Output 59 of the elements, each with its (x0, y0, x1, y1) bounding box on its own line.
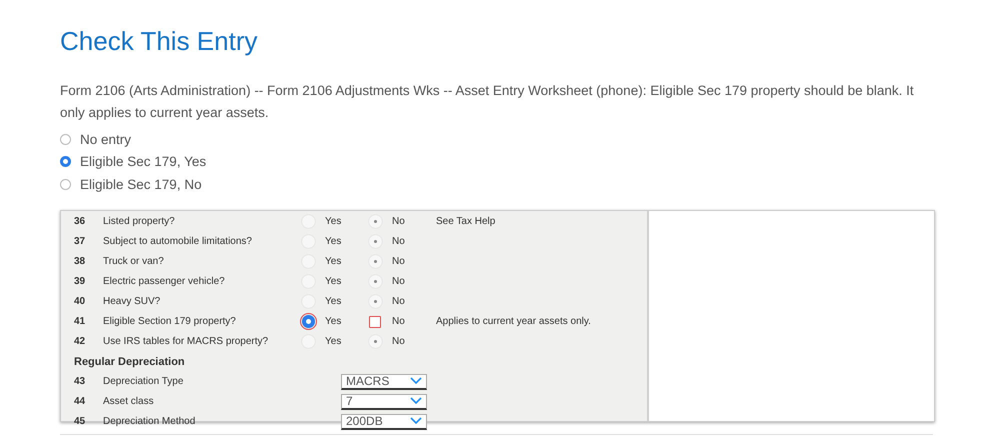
yes-label: Yes (325, 276, 342, 287)
yes-label: Yes (325, 236, 342, 247)
line-number: 43 (73, 376, 86, 387)
line-label: Asset class (103, 396, 155, 407)
no-label: No (392, 276, 406, 287)
note-text: See Tax Help (436, 216, 496, 227)
line-number: 42 (73, 336, 86, 347)
line-label: Heavy SUV? (103, 296, 162, 307)
line-label: Eligible Section 179 property? (103, 316, 237, 327)
yes-label: Yes (325, 216, 342, 227)
no-radio[interactable] (369, 335, 382, 348)
no-label: No (392, 296, 406, 307)
chevron-down-icon (410, 397, 422, 405)
line-number: 41 (73, 316, 86, 327)
radio-button[interactable] (60, 134, 71, 145)
line-label: Depreciation Method (103, 416, 196, 427)
no-label: No (392, 236, 406, 247)
line-label: Subject to automobile limitations? (103, 236, 253, 247)
no-radio[interactable] (369, 275, 382, 288)
yes-label: Yes (325, 296, 342, 307)
no-radio[interactable] (369, 295, 382, 308)
line-number: 45 (73, 416, 86, 427)
line-number: 40 (73, 296, 86, 307)
dropdown[interactable]: 200DB (341, 414, 427, 430)
line-label: Use IRS tables for MACRS property? (103, 336, 270, 347)
no-radio[interactable] (369, 235, 382, 248)
line-number: 37 (73, 236, 86, 247)
no-label: No (392, 216, 406, 227)
line-number: 39 (73, 276, 86, 287)
line-number: 36 (73, 216, 86, 227)
line-number: 38 (73, 256, 86, 267)
no-label: No (392, 316, 406, 327)
yes-label: Yes (325, 256, 342, 267)
yes-radio[interactable] (302, 315, 315, 328)
radio-button[interactable] (60, 178, 71, 190)
no-label: No (392, 256, 406, 267)
chevron-down-icon (410, 417, 422, 425)
line-number: 44 (73, 396, 86, 407)
no-radio[interactable] (369, 316, 381, 328)
note-text: Applies to current year assets only. (436, 316, 591, 327)
dialog-title: Check This Entry (60, 25, 258, 58)
no-label: No (392, 336, 406, 347)
line-label: Electric passenger vehicle? (103, 276, 226, 287)
no-radio[interactable] (369, 215, 382, 228)
message-text: Form 2106 (Arts Administration) -- Form 2106 Adjustments Wks -- Asset Entry Worksheet (phone): Eligible Sec 179 property should be blank. It only applies to current year assets. (60, 82, 915, 122)
answer-option[interactable]: Eligible Sec 179, No (60, 173, 939, 196)
line-label: Listed property? (103, 216, 176, 227)
radio-button[interactable] (60, 156, 71, 168)
dropdown[interactable]: 7 (341, 394, 427, 410)
section-heading: Regular Depreciation (73, 356, 185, 368)
no-radio[interactable] (369, 255, 382, 268)
line-label: Depreciation Type (103, 376, 184, 387)
line-label: Truck or van? (103, 256, 165, 267)
answer-option[interactable]: No entry (60, 128, 939, 150)
dropdown[interactable]: MACRS (341, 374, 427, 390)
chevron-down-icon (410, 377, 422, 385)
yes-label: Yes (325, 316, 342, 327)
answer-option[interactable]: Eligible Sec 179, Yes (60, 150, 939, 173)
yes-label: Yes (325, 336, 342, 347)
